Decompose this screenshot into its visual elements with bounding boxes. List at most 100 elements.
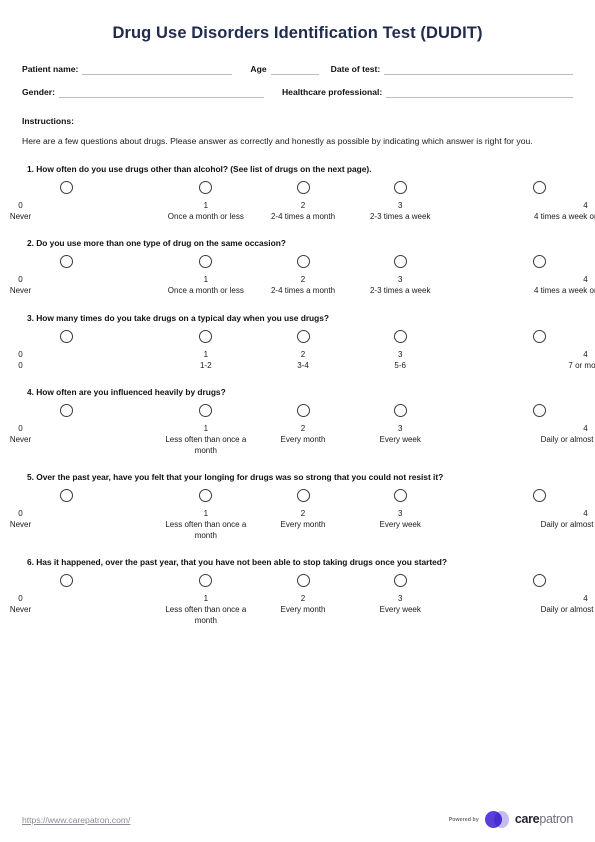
radio-button[interactable] [199, 255, 213, 268]
option-label: Never [9, 435, 32, 444]
radio-button[interactable] [533, 180, 547, 194]
option-score: 1 [203, 200, 209, 210]
radio-button[interactable] [199, 180, 213, 194]
gender-label: Gender: [22, 87, 55, 97]
option-row: 0 Never 1 Once a month or less 2 2-4 times a … [10, 180, 595, 223]
radio-button[interactable] [533, 489, 547, 502]
question-text: 2. Do you use more than one type of drug… [27, 238, 286, 248]
radio-button[interactable] [533, 255, 547, 268]
radio-button[interactable] [296, 329, 310, 343]
patient-info-row-1: Patient name: Age Date of test: [22, 63, 573, 75]
wordmark-patron: patron [539, 812, 573, 826]
option-cell: 1 Less often than once a month [157, 404, 254, 456]
radio-button[interactable] [393, 255, 407, 268]
option-score: 2 [300, 275, 306, 284]
radio-button[interactable] [296, 489, 310, 502]
radio-button[interactable] [296, 404, 310, 417]
option-label: 7 or more [568, 360, 595, 370]
option-row: 0 Never 1 Less often than once a month 2 Ever… [10, 489, 595, 541]
option-cell: 0 Never [10, 489, 157, 541]
option-cell: 3 Every week [352, 574, 449, 626]
radio-button[interactable] [60, 574, 73, 587]
question-text: 1. How often do you use drugs other than… [27, 163, 372, 174]
patient-name-label: Patient name: [22, 64, 79, 74]
option-label: Never [9, 520, 32, 529]
radio-button[interactable] [296, 574, 310, 587]
carepatron-branding: Powered by carepatron [449, 811, 573, 828]
option-label: 3-4 [297, 360, 309, 370]
option-cell: 47 or more [449, 329, 595, 372]
option-score: 4 [583, 200, 588, 210]
radio-button[interactable] [296, 180, 310, 194]
radio-button[interactable] [296, 255, 310, 268]
radio-button[interactable] [199, 329, 213, 343]
option-score: 0 [18, 200, 23, 210]
radio-button[interactable] [533, 329, 547, 343]
patient-info-block: Patient name: Age Date of test: Gender: … [22, 63, 573, 98]
question-block: 2. Do you use more than one type of drug… [10, 238, 595, 297]
question-block: 4. How often are you influenced heavily … [10, 387, 595, 456]
instructions-heading: Instructions: [22, 116, 75, 126]
option-cell: 3 2-3 times a week [352, 255, 449, 297]
option-cell: 2 Every month [254, 489, 351, 541]
wordmark-care: care [514, 812, 540, 826]
option-label: 2-4 times a month [270, 211, 336, 221]
option-score: 4 [583, 424, 588, 433]
radio-button[interactable] [533, 574, 547, 587]
option-score: 3 [397, 424, 403, 433]
option-score: 1 [203, 424, 209, 433]
option-label: 2-3 times a week [369, 286, 431, 295]
option-score: 0 [18, 594, 23, 603]
radio-button[interactable] [393, 180, 407, 194]
radio-button[interactable] [199, 489, 213, 502]
option-cell: 4 4 times a week or more often [449, 255, 595, 297]
gender-input[interactable] [58, 86, 264, 98]
healthcare-professional-input[interactable] [386, 86, 573, 98]
option-label: Daily or almost every day [540, 605, 595, 614]
radio-button[interactable] [60, 180, 73, 194]
radio-button[interactable] [199, 574, 213, 587]
option-cell: 2 Every month [254, 574, 351, 626]
radio-button[interactable] [393, 489, 407, 502]
radio-button[interactable] [393, 329, 407, 343]
option-row: 0 Never 1 Less often than once a month 2 Ever… [10, 574, 595, 626]
radio-button[interactable] [533, 404, 547, 417]
healthcare-professional-label: Healthcare professional: [281, 87, 383, 97]
radio-button[interactable] [60, 489, 73, 502]
date-of-test-label: Date of test: [330, 64, 381, 74]
radio-button[interactable] [393, 574, 407, 587]
option-label: Less often than once a month [165, 520, 247, 540]
option-label: Once a month or less [167, 211, 244, 221]
option-row: 0011-223-435-647 or more [18, 329, 595, 372]
carepatron-wordmark: carepatron [515, 813, 573, 826]
option-score: 0 [18, 424, 23, 433]
radio-button[interactable] [60, 329, 73, 343]
radio-button[interactable] [60, 404, 73, 417]
option-label: Less often than once a month [165, 605, 247, 625]
date-of-test-input[interactable] [384, 63, 573, 75]
option-label: Never [9, 605, 32, 614]
question-block: 1. How often do you use drugs other than… [10, 163, 595, 223]
option-cell: 1 1-2 [157, 329, 254, 372]
questions-container: 1. How often do you use drugs other than… [10, 163, 595, 627]
option-cell: 4 Daily or almost every day [449, 574, 595, 626]
option-row: 0 Never 1 Once a month or less 2 2-4 times a … [10, 255, 595, 297]
option-label: Never [9, 286, 32, 295]
option-score: 0 [18, 275, 23, 284]
option-label: 4 times a week or more often [533, 286, 595, 295]
question-block: 3. How many times do you take drugs on a… [18, 313, 595, 372]
option-score: 1 [203, 349, 209, 359]
option-score: 3 [397, 200, 403, 210]
carepatron-url-link[interactable]: https://www.carepatron.com/ [22, 815, 130, 825]
option-label: 0 [18, 360, 23, 370]
age-input[interactable] [270, 63, 319, 75]
radio-button[interactable] [393, 404, 407, 417]
radio-button[interactable] [60, 255, 73, 268]
option-label: Daily or almost every day [540, 435, 595, 444]
patient-name-input[interactable] [82, 63, 233, 75]
option-score: 0 [18, 509, 23, 518]
radio-button[interactable] [199, 404, 213, 417]
question-block: 6. Has it happened, over the past year, … [10, 557, 595, 626]
option-cell: 3 Every week [352, 404, 449, 456]
option-score: 2 [300, 200, 306, 210]
